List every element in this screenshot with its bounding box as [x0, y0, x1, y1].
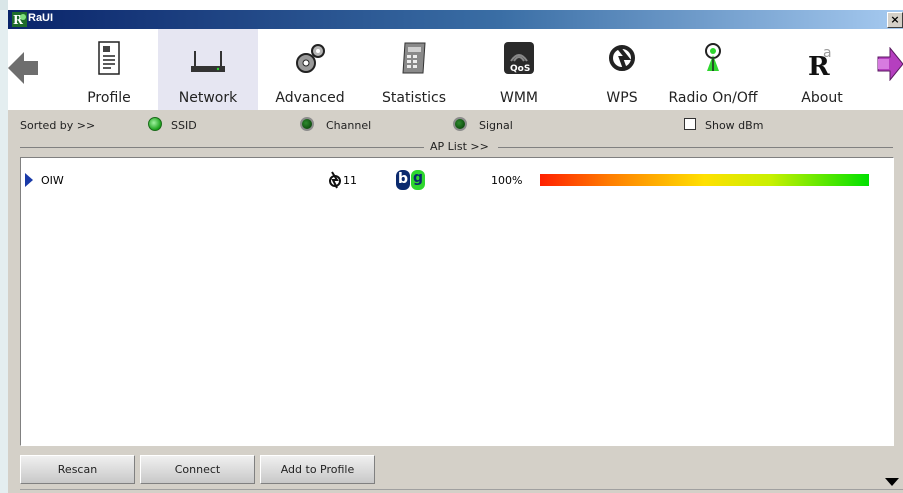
svg-text:R: R	[808, 52, 830, 77]
statistics-icon	[402, 42, 426, 74]
tab-about[interactable]: a R About	[792, 29, 852, 110]
qos-icon: QoS	[504, 42, 534, 74]
tab-advanced-label: Advanced	[275, 90, 345, 106]
tab-wmm[interactable]: QoS WMM	[484, 29, 554, 110]
desktop-strip	[0, 0, 903, 10]
tab-about-label: About	[801, 90, 843, 106]
toolbar: Profile Network Advanced Statistics QoS …	[8, 29, 903, 110]
tab-statistics[interactable]: Statistics	[374, 29, 454, 110]
wps-icon	[609, 45, 635, 71]
window-title: RaUI	[28, 12, 54, 24]
show-dbm-label: Show dBm	[705, 119, 764, 132]
network-icon	[191, 51, 225, 72]
tab-advanced[interactable]: Advanced	[270, 29, 350, 110]
advanced-gears-icon	[296, 44, 325, 73]
sort-bar: Sorted by >> SSID Channel Signal Show dB…	[8, 110, 903, 140]
close-button[interactable]: ×	[887, 12, 903, 28]
about-icon: a R	[808, 45, 832, 77]
ap-signal-percent: 100%	[491, 174, 523, 187]
ap-ssid: OIW	[41, 174, 64, 187]
tab-wps-label: WPS	[606, 90, 638, 106]
tab-network[interactable]: Network	[158, 29, 258, 110]
add-to-profile-button[interactable]: Add to Profile	[260, 455, 375, 484]
channel-icon	[329, 171, 341, 189]
radio-icon	[705, 43, 721, 71]
tab-network-label: Network	[178, 90, 238, 106]
arrow-right-icon[interactable]	[876, 47, 903, 81]
tab-radio-onoff-label: Radio On/Off	[668, 90, 758, 106]
ap-list-title: AP List >>	[430, 140, 489, 153]
tab-profile-label: Profile	[87, 90, 131, 106]
sort-channel-label: Channel	[326, 119, 372, 132]
ap-list[interactable]: OIW 11 b g 100%	[20, 157, 894, 446]
ap-channel: 11	[343, 174, 357, 187]
tab-statistics-label: Statistics	[382, 90, 446, 106]
ap-list-header: AP List >>	[8, 140, 903, 156]
row-pointer-icon	[25, 173, 33, 187]
tab-profile[interactable]: Profile	[74, 29, 144, 110]
title-bar: R RaUI ×	[8, 10, 903, 29]
sort-signal-label: Signal	[479, 119, 513, 132]
tab-wps[interactable]: WPS	[592, 29, 652, 110]
ap-row[interactable]: OIW 11 b g 100%	[21, 170, 893, 190]
sort-channel-radio[interactable]	[300, 117, 314, 131]
network-page: Sorted by >> SSID Channel Signal Show dB…	[8, 110, 903, 493]
tab-wmm-label: WMM	[499, 90, 538, 106]
ap-list-divider-left	[20, 147, 424, 148]
connect-button[interactable]: Connect	[140, 455, 255, 484]
scroll-down-icon[interactable]	[885, 478, 899, 486]
mode-g-badge: g	[411, 170, 425, 190]
bottom-divider	[20, 489, 903, 490]
sort-label: Sorted by >>	[20, 119, 96, 132]
svg-text:QoS: QoS	[510, 64, 530, 74]
signal-strength-bar	[540, 174, 869, 186]
mode-b-badge: b	[396, 170, 410, 190]
rescan-button[interactable]: Rescan	[20, 455, 135, 484]
sort-signal-radio[interactable]	[453, 117, 467, 131]
ap-list-divider-right	[498, 147, 893, 148]
sort-ssid-label: SSID	[171, 119, 197, 132]
sort-ssid-radio[interactable]	[148, 117, 162, 131]
raui-window: R RaUI × Profile Network Advanced Statis…	[8, 10, 903, 493]
arrow-left-icon[interactable]	[8, 51, 38, 85]
profile-icon	[98, 41, 120, 75]
tab-radio-onoff[interactable]: Radio On/Off	[660, 29, 766, 110]
show-dbm-checkbox[interactable]	[684, 118, 696, 130]
raui-app-icon: R	[12, 12, 27, 27]
